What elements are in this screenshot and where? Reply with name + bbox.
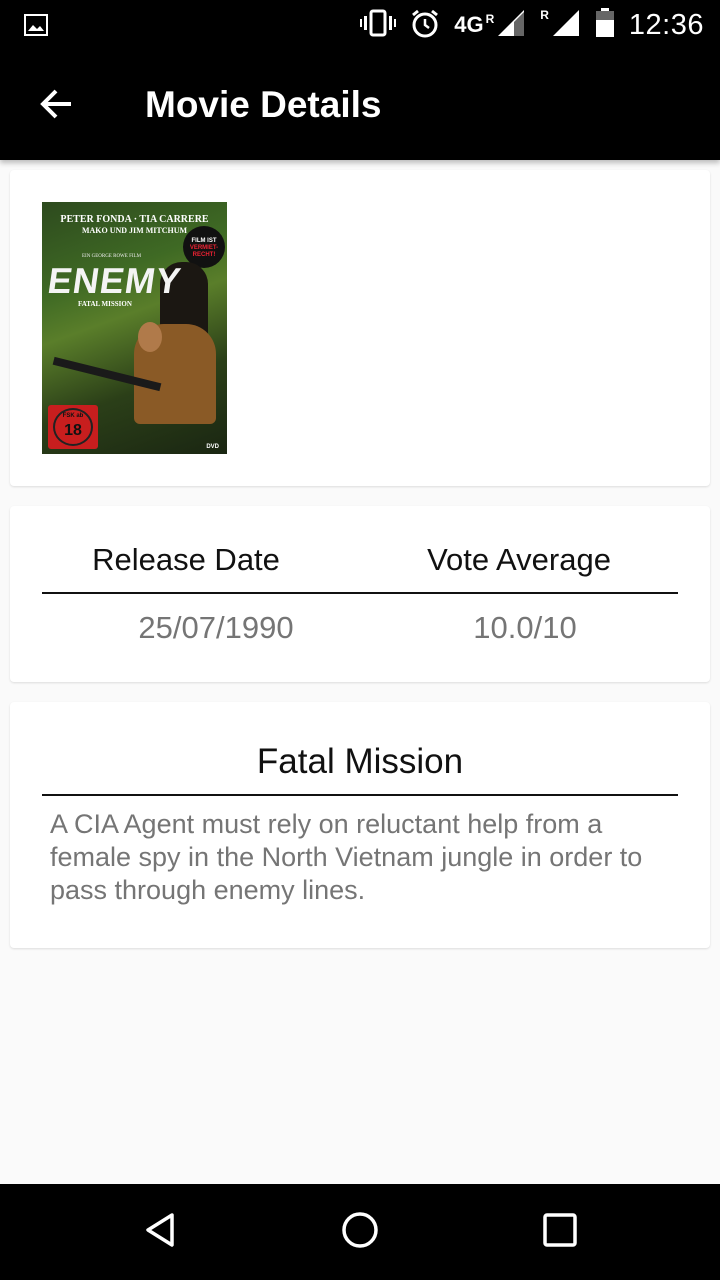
signal-icon [551, 8, 581, 43]
nav-home-button[interactable] [336, 1208, 384, 1256]
page-title: Movie Details [145, 84, 382, 125]
roaming-label: R [540, 7, 549, 22]
signal-icon [496, 8, 526, 43]
arrow-back-icon [38, 86, 74, 127]
triangle-back-icon [140, 1210, 180, 1255]
stats-header: Release Date Vote Average [42, 542, 678, 592]
square-recents-icon [540, 1210, 580, 1255]
divider [42, 794, 678, 796]
fsk-rating-badge: FSK ab 18 [48, 405, 98, 449]
battery-icon [595, 7, 615, 43]
navigation-bar [0, 1184, 720, 1280]
stats-card: Release Date Vote Average 25/07/1990 10.… [10, 506, 710, 682]
movie-title: Fatal Mission [256, 742, 464, 781]
vote-average-value: 10.0/10 [473, 610, 577, 645]
movie-overview: A CIA Agent must rely on reluctant help … [50, 809, 643, 905]
poster-title: ENEMY [45, 260, 184, 301]
poster-figure [138, 322, 162, 352]
release-date-value: 25/07/1990 [138, 610, 294, 645]
gallery-icon [24, 14, 48, 41]
status-bar: 4G R R 12:36 [0, 0, 720, 50]
vibrate-icon [360, 9, 397, 42]
circle-home-icon [340, 1210, 380, 1255]
vote-average-label: Vote Average [427, 542, 611, 577]
poster-tagline: EIN GEORGE ROWE FILM [82, 254, 142, 259]
nav-recents-button[interactable] [536, 1208, 584, 1256]
network-type-label: 4G [454, 12, 484, 37]
overview-card: Fatal Mission A CIA Agent must rely on r… [10, 702, 710, 948]
roaming-label: R [485, 12, 495, 26]
movie-poster[interactable]: PETER FONDA · TIA CARRERE MAKO UND JIM M… [42, 202, 227, 454]
dvd-logo: DVD [206, 444, 219, 450]
status-time: 12:36 [628, 8, 704, 41]
release-date-label: Release Date [92, 542, 280, 577]
nav-back-button[interactable] [136, 1208, 184, 1256]
app-bar: Movie Details [0, 50, 720, 160]
divider [42, 592, 678, 594]
alarm-icon [410, 8, 440, 43]
poster-subtitle: FATAL MISSION [78, 300, 132, 308]
poster-card: PETER FONDA · TIA CARRERE MAKO UND JIM M… [10, 170, 710, 486]
back-button[interactable] [28, 78, 84, 134]
stats-values: 25/07/1990 10.0/10 [42, 610, 678, 646]
